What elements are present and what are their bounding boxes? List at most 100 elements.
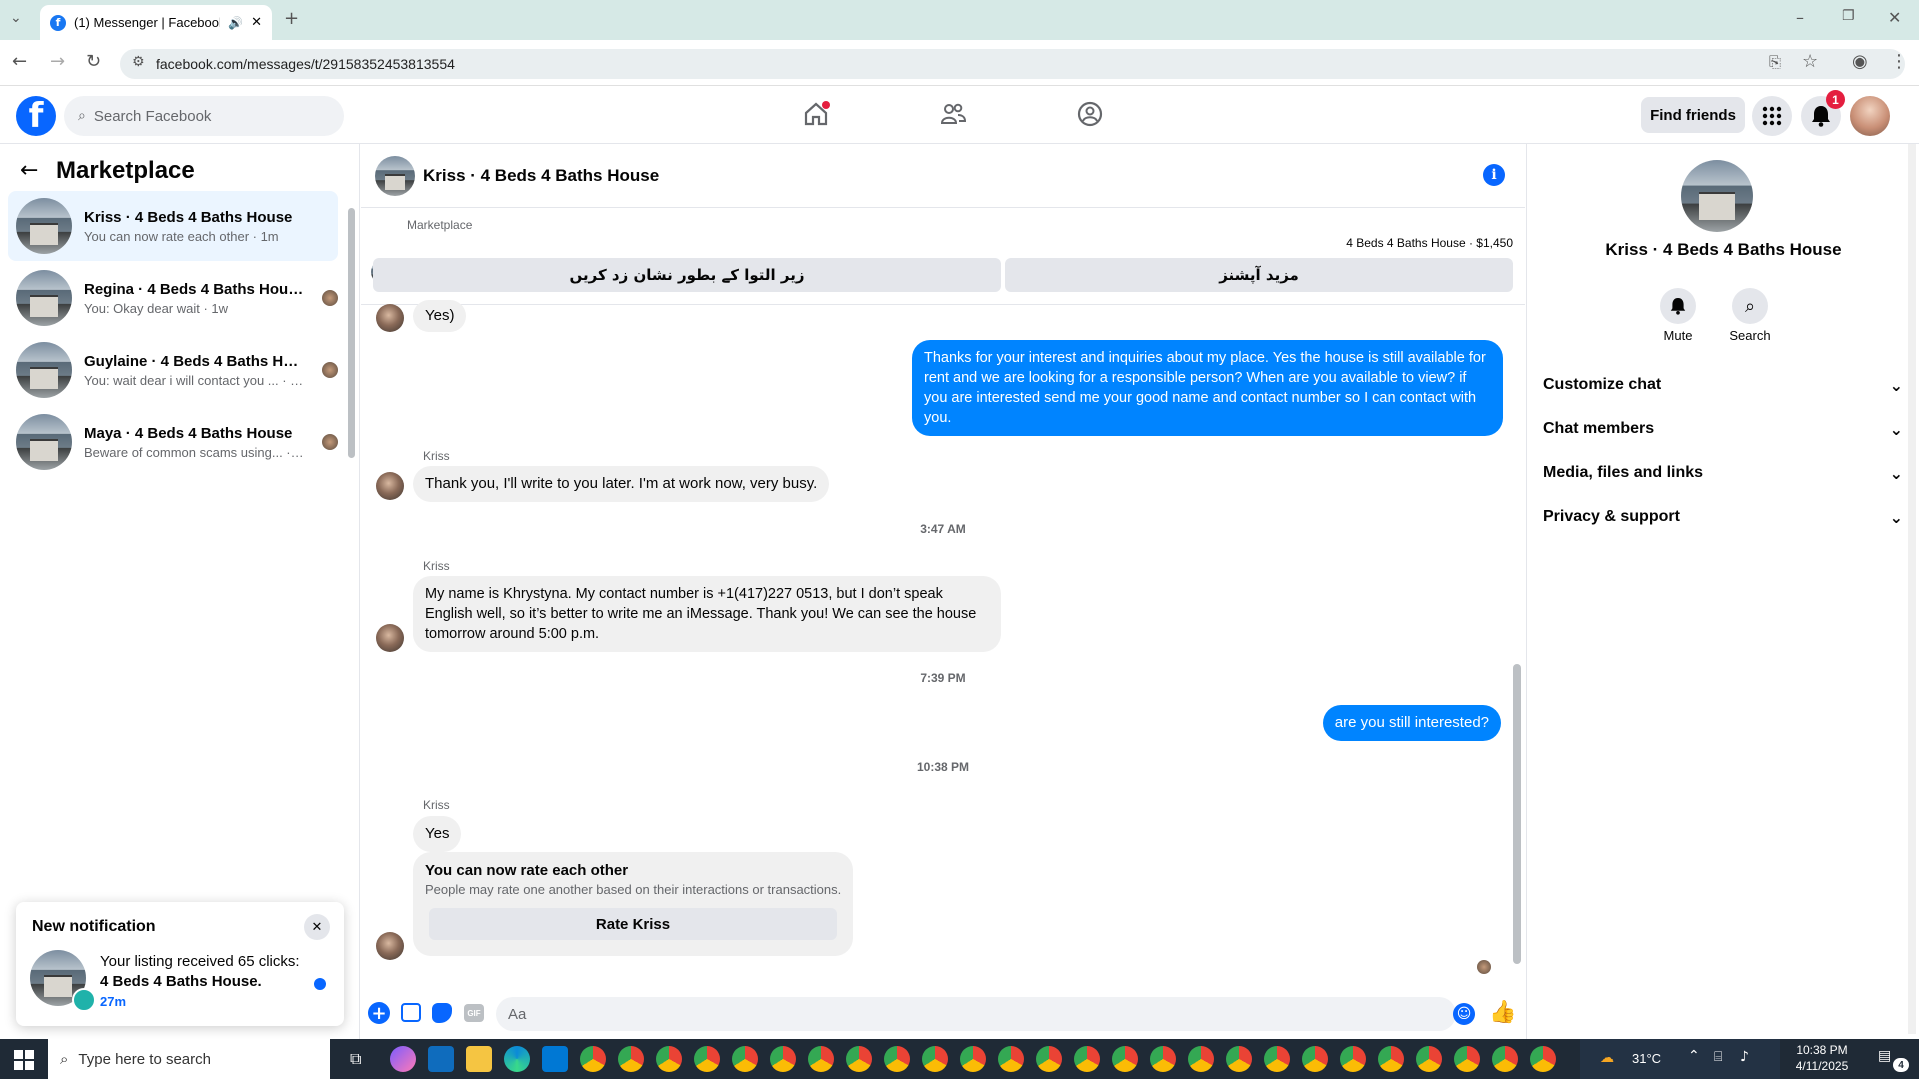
minimize-icon[interactable]: – [1796,8,1804,27]
install-icon[interactable]: ⎘ [1769,53,1781,71]
new-tab-icon[interactable]: + [284,8,299,29]
tray-chevron-icon[interactable]: ⌃ [1688,1048,1700,1064]
message-input[interactable]: Aa [496,997,1456,1031]
chat-avatar[interactable] [375,156,415,196]
chrome-icon[interactable] [808,1046,834,1072]
message-bubble[interactable]: Yes) [413,300,467,332]
close-tab-icon[interactable]: ✕ [251,15,262,30]
photo-icon[interactable] [401,1003,421,1022]
tab-search-icon[interactable]: ⌄ [10,10,22,26]
account-avatar[interactable] [1850,96,1890,136]
forward-icon[interactable]: → [50,51,65,72]
copilot-icon[interactable] [390,1046,416,1072]
profile-thumbnail[interactable] [1681,160,1753,232]
chrome-icon[interactable] [960,1046,986,1072]
chrome-icon[interactable] [1378,1046,1404,1072]
site-info-icon[interactable]: ⚙ [132,54,145,70]
store-icon[interactable] [542,1046,568,1072]
chrome-icon[interactable] [1340,1046,1366,1072]
page-scrollbar[interactable] [1908,144,1916,1034]
chrome-icon[interactable] [694,1046,720,1072]
chrome-icon[interactable] [1112,1046,1138,1072]
facebook-logo-icon[interactable]: f [16,96,56,136]
chrome-icon[interactable] [922,1046,948,1072]
weather-temp[interactable]: 31°C [1632,1051,1661,1066]
chrome-icon[interactable] [1264,1046,1290,1072]
weather-icon[interactable]: ☁ [1600,1050,1614,1066]
chrome-icon[interactable] [618,1046,644,1072]
left-scrollbar[interactable] [348,208,355,458]
chrome-icon[interactable] [1492,1046,1518,1072]
search-icon[interactable]: ⌕ [1732,288,1768,324]
chrome-icon[interactable] [1416,1046,1442,1072]
emoji-icon[interactable]: ☺ [1453,1003,1475,1025]
more-options-button[interactable]: مزید آپشنز [1005,258,1513,292]
friends-icon[interactable] [939,100,967,131]
chrome-icon[interactable] [884,1046,910,1072]
volume-icon[interactable]: ♪ [1740,1049,1749,1065]
taskbar-search-box[interactable]: ⌕ Type here to search [48,1039,330,1079]
media-files-row[interactable]: Media, files and links ⌄ [1543,464,1903,483]
reload-icon[interactable]: ↻ [86,51,101,72]
privacy-support-row[interactable]: Privacy & support ⌄ [1543,508,1903,527]
conversation-item[interactable]: Regina · 4 Beds 4 Baths House You: Okay d… [8,263,338,333]
edge-icon[interactable] [504,1046,530,1072]
groups-icon[interactable] [1076,100,1104,131]
message-bubble[interactable]: Thanks for your interest and inquiries a… [912,340,1503,436]
chrome-icon[interactable] [1530,1046,1556,1072]
browser-tab[interactable]: f (1) Messenger | Facebook 🔊 ✕ [40,5,272,40]
chat-members-row[interactable]: Chat members ⌄ [1543,420,1903,439]
conversation-item[interactable]: Maya · 4 Beds 4 Baths House Beware of com… [8,407,338,477]
message-bubble[interactable]: My name is Khrystyna. My contact number … [413,576,1001,652]
windows-start-icon[interactable] [14,1050,34,1070]
outlook-icon[interactable] [428,1046,454,1072]
listing-price[interactable]: 4 Beds 4 Baths House · $1,450 [1346,236,1513,250]
back-icon[interactable]: ← [12,51,27,72]
task-view-icon[interactable]: ⧉ [350,1049,361,1069]
like-thumb-icon[interactable]: 👍 [1489,1000,1516,1025]
conversation-item[interactable]: Guylaine · 4 Beds 4 Baths Hou... You: wai… [8,335,338,405]
gif-icon[interactable]: GIF [464,1004,484,1022]
url-field[interactable]: ⚙ facebook.com/messages/t/29158352453813… [120,49,1905,79]
message-bubble[interactable]: are you still interested? [1322,705,1501,741]
close-notification-icon[interactable]: ✕ [304,914,330,940]
menu-grid-icon[interactable] [1752,96,1792,136]
chrome-icon[interactable] [1188,1046,1214,1072]
message-bubble[interactable]: Yes [413,816,462,852]
sticker-icon[interactable] [432,1003,452,1023]
chrome-icon[interactable] [1074,1046,1100,1072]
chrome-icon[interactable] [1302,1046,1328,1072]
chat-title[interactable]: Kriss · 4 Beds 4 Baths House [423,166,659,186]
rate-kriss-button[interactable]: Rate Kriss [429,908,837,940]
chrome-icon[interactable] [580,1046,606,1072]
bookmark-star-icon[interactable]: ☆ [1802,51,1818,72]
message-bubble[interactable]: Thank you, I'll write to you later. I'm … [413,466,830,502]
chrome-icon[interactable] [1150,1046,1176,1072]
network-icon[interactable]: ⌸ [1714,1049,1722,1065]
chrome-icon[interactable] [1036,1046,1062,1072]
notification-center-icon[interactable]: ▤ [1878,1048,1891,1064]
chrome-icon[interactable] [770,1046,796,1072]
chrome-icon[interactable] [1454,1046,1480,1072]
chrome-icon[interactable] [846,1046,872,1072]
close-window-icon[interactable]: ✕ [1888,8,1901,27]
clock[interactable]: 10:38 PM 4/11/2025 [1782,1042,1862,1074]
chrome-icon[interactable] [998,1046,1024,1072]
mark-pending-button[interactable]: زیر التوا کے بطور نشان زد کریں [373,258,1001,292]
customize-chat-row[interactable]: Customize chat ⌄ [1543,376,1903,395]
restore-icon[interactable]: ❐ [1842,8,1855,24]
back-arrow-icon[interactable]: ← [20,158,38,183]
conversation-item[interactable]: Kriss · 4 Beds 4 Baths House You can now … [8,191,338,261]
chrome-icon[interactable] [1226,1046,1252,1072]
plus-icon[interactable]: + [368,1002,390,1024]
mute-bell-icon[interactable] [1660,288,1696,324]
info-icon[interactable]: i [1483,164,1505,186]
profile-icon[interactable]: ◉ [1852,51,1868,72]
find-friends-button[interactable]: Find friends [1641,97,1745,133]
browser-menu-icon[interactable]: ⋮ [1890,51,1908,72]
chat-scrollbar[interactable] [1513,664,1521,964]
chrome-icon[interactable] [656,1046,682,1072]
chrome-icon[interactable] [732,1046,758,1072]
speaker-icon[interactable]: 🔊 [228,16,243,30]
search-input[interactable]: ⌕ Search Facebook [64,96,344,136]
